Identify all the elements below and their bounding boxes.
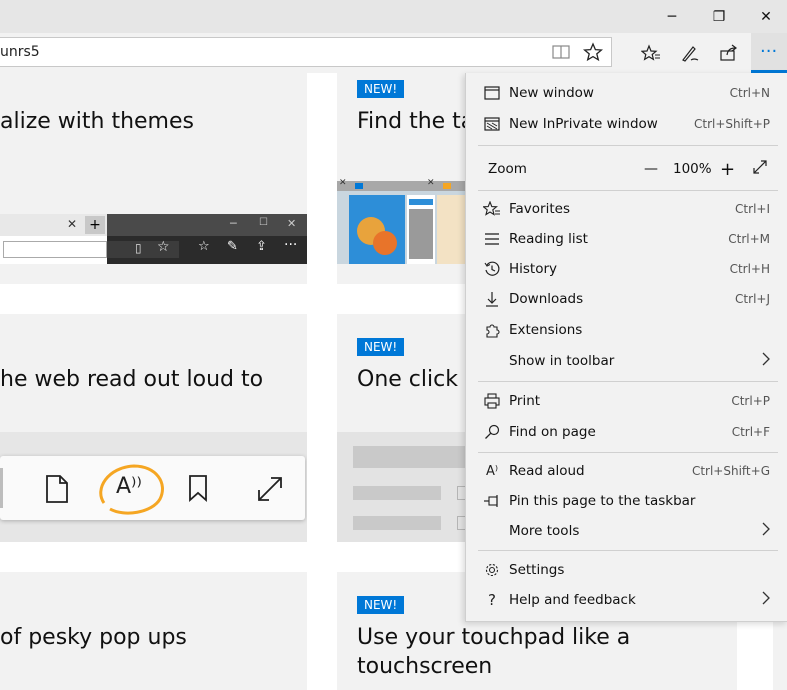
more-button[interactable]: ···: [751, 33, 787, 73]
favorite-star-icon[interactable]: [582, 42, 604, 66]
new-badge: NEW!: [357, 596, 405, 614]
one-click-illustration: [337, 432, 467, 542]
read-aloud-icon: A⁾⁾: [116, 474, 142, 499]
new-badge: NEW!: [357, 338, 405, 356]
card-title: of pesky pop ups: [0, 625, 187, 650]
themes-illustration: ✕ + ─ ☐ ✕ ▯ ☆ ☆ ✎ ⇪ ···: [0, 214, 307, 264]
card-themes[interactable]: alize with themes ✕ + ─ ☐ ✕ ▯ ☆ ☆ ✎ ⇪ ··…: [0, 73, 307, 284]
zoom-value: 100%: [673, 161, 712, 177]
card-title-line1: Use your touchpad like a: [357, 625, 631, 650]
card-pop-ups[interactable]: of pesky pop ups: [0, 572, 307, 690]
menu-item-downloads[interactable]: Downloads Ctrl+J: [466, 285, 787, 313]
new-window-icon: [482, 83, 502, 103]
more-menu: New window Ctrl+N New InPrivate window C…: [465, 73, 787, 622]
reading-view-icon[interactable]: [552, 44, 570, 64]
menu-item-more-tools[interactable]: More tools: [466, 517, 787, 545]
menu-item-settings[interactable]: Settings: [466, 556, 787, 584]
menu-separator: [478, 550, 778, 551]
fullscreen-button[interactable]: [752, 159, 768, 179]
zoom-in-button[interactable]: +: [720, 159, 735, 180]
tabs-illustration: ✕ ✕: [337, 178, 467, 264]
pin-icon: [482, 491, 502, 511]
fullscreen-icon: [753, 160, 767, 174]
zoom-out-button[interactable]: —: [644, 161, 658, 177]
favorites-hub-icon[interactable]: [640, 42, 662, 64]
tab-close-icon: ✕: [67, 217, 78, 231]
menu-item-pin-taskbar[interactable]: Pin this page to the taskbar: [466, 487, 787, 515]
card-title: One click t: [357, 367, 474, 392]
card-title-line2: touchscreen: [357, 654, 493, 679]
download-icon: [482, 289, 502, 309]
menu-item-help[interactable]: ? Help and feedback: [466, 586, 787, 614]
new-tab-icon: +: [85, 216, 105, 234]
menu-separator: [478, 145, 778, 146]
menu-item-show-in-toolbar[interactable]: Show in toolbar: [466, 347, 787, 375]
title-bar: ─ ❐ ✕: [0, 0, 787, 33]
more-icon: ···: [760, 41, 778, 62]
menu-item-favorites[interactable]: Favorites Ctrl+I: [466, 195, 787, 223]
menu-item-history[interactable]: History Ctrl+H: [466, 255, 787, 283]
bookmark-icon: [189, 475, 207, 502]
history-icon: [482, 259, 502, 279]
close-icon: ✕: [760, 8, 772, 25]
page-icon: [46, 475, 68, 503]
chevron-right-icon: [762, 522, 770, 540]
card-read-aloud[interactable]: he web read out loud to A⁾⁾: [0, 314, 307, 542]
address-text[interactable]: unrs5: [0, 44, 40, 60]
gear-icon: [482, 560, 502, 580]
help-icon: ?: [488, 591, 496, 609]
make-note-icon[interactable]: [679, 42, 701, 64]
restore-icon: ❐: [712, 8, 726, 25]
menu-item-print[interactable]: Print Ctrl+P: [466, 387, 787, 415]
menu-separator: [478, 452, 778, 453]
minimize-icon: ─: [667, 8, 677, 25]
inprivate-window-icon: [482, 114, 502, 134]
reading-list-icon: [482, 229, 502, 249]
menu-item-reading-list[interactable]: Reading list Ctrl+M: [466, 225, 787, 253]
close-window-button[interactable]: ✕: [743, 0, 787, 33]
reading-toolbar: A⁾⁾: [0, 456, 305, 520]
card-title: alize with themes: [0, 109, 194, 134]
extensions-icon: [482, 320, 502, 340]
restore-button[interactable]: ❐: [696, 0, 742, 33]
card-title: he web read out loud to: [0, 367, 264, 392]
zoom-label: Zoom: [488, 161, 527, 177]
menu-separator: [478, 190, 778, 191]
search-icon: [482, 422, 502, 442]
browser-toolbar: unrs5 ···: [0, 33, 787, 73]
chevron-right-icon: [762, 352, 770, 370]
menu-item-new-window[interactable]: New window Ctrl+N: [466, 79, 787, 107]
menu-item-zoom: Zoom — 100% +: [466, 155, 787, 183]
new-badge: NEW!: [357, 80, 405, 98]
scroll-area: [773, 620, 787, 690]
fullscreen-icon: [258, 477, 282, 501]
address-bar[interactable]: unrs5: [0, 37, 612, 67]
menu-item-read-aloud[interactable]: A⁾ Read aloud Ctrl+Shift+G: [466, 457, 787, 485]
menu-item-extensions[interactable]: Extensions: [466, 316, 787, 344]
minimize-button[interactable]: ─: [649, 0, 695, 33]
read-aloud-icon: A⁾: [485, 463, 499, 479]
menu-item-new-inprivate[interactable]: New InPrivate window Ctrl+Shift+P: [466, 110, 787, 138]
menu-separator: [478, 381, 778, 382]
print-icon: [482, 391, 502, 411]
share-icon[interactable]: [718, 42, 740, 64]
card-title: Find the ta: [357, 109, 475, 134]
menu-item-find-on-page[interactable]: Find on page Ctrl+F: [466, 418, 787, 446]
chevron-right-icon: [762, 591, 770, 609]
favorites-icon: [482, 199, 502, 219]
